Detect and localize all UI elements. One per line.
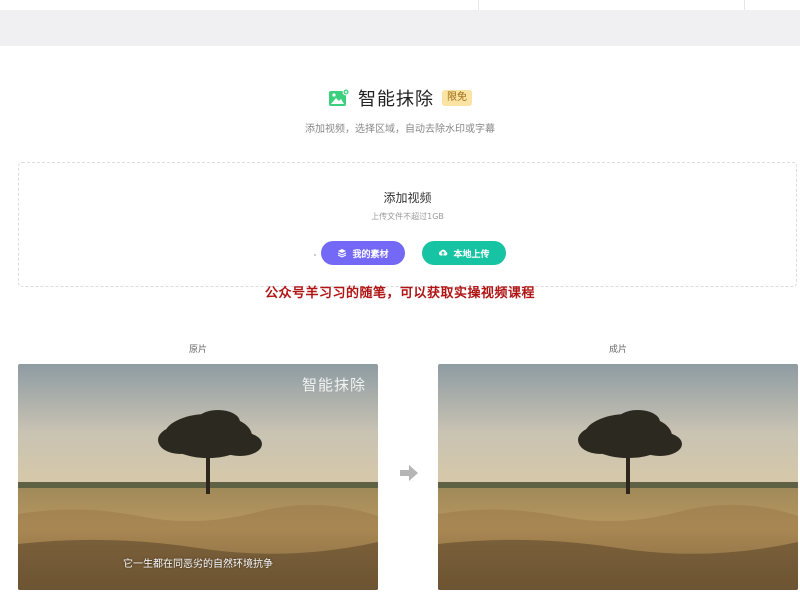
layers-icon (338, 249, 347, 258)
image-icon (328, 88, 350, 108)
result-preview (438, 364, 798, 590)
video-subtitle: 它一生都在同恶劣的自然环境抗争 (123, 559, 273, 570)
promo-watermark: 公众号羊习习的随笔，可以获取实操视频课程 (264, 286, 535, 301)
top-panel (0, 0, 800, 10)
upload-dropzone[interactable]: 添加视频 上传文件不超过1GB 我的素材 本地上传 (18, 162, 797, 287)
decorative-dot (314, 254, 316, 256)
top-divider (478, 0, 479, 10)
my-material-button[interactable]: 我的素材 (321, 241, 405, 265)
upload-title: 添加视频 (383, 191, 432, 205)
page-subtitle: 添加视频，选择区域，自动去除水印或字幕 (305, 124, 495, 135)
local-upload-label: 本地上传 (453, 248, 490, 259)
upload-hint: 上传文件不超过1GB (371, 212, 444, 221)
top-bar (0, 0, 800, 46)
free-badge: 限免 (442, 90, 472, 106)
page-title: 智能抹除 (358, 89, 434, 110)
top-divider (744, 0, 745, 10)
original-label: 原片 (188, 345, 207, 355)
brand-watermark: 智能抹除 (301, 376, 366, 394)
arrow-right-icon (400, 465, 418, 481)
result-label: 成片 (608, 345, 627, 355)
my-material-label: 我的素材 (352, 248, 389, 259)
original-preview: 智能抹除 它一生都在同恶劣的自然环境抗争 (18, 364, 378, 590)
local-upload-button[interactable]: 本地上传 (422, 241, 506, 265)
page-header: 智能抹除 限免 (0, 86, 800, 110)
landscape-image (438, 364, 798, 590)
cloud-upload-icon (439, 249, 448, 256)
